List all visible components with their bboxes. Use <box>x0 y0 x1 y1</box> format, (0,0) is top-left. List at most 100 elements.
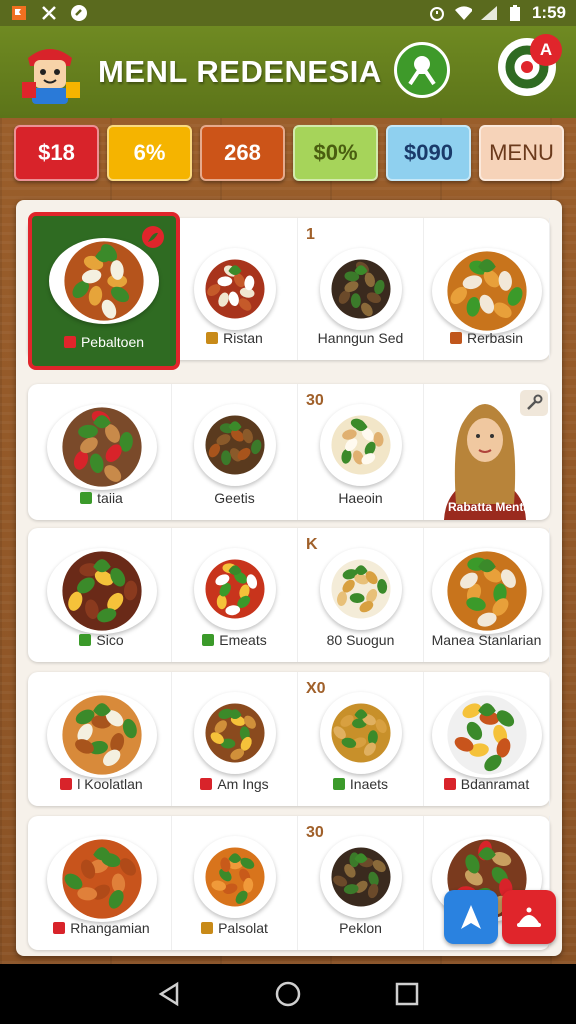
dish-tag-icon <box>443 778 456 790</box>
dish-plate <box>319 692 402 774</box>
row-corner-label: X0 <box>306 680 326 697</box>
signal-icon <box>480 4 498 22</box>
row-corner-label: 30 <box>306 392 324 409</box>
dish-label: l Koolatlan <box>32 776 171 792</box>
selected-item-highlight[interactable]: Pebaltoen <box>28 212 180 370</box>
filter-chip-3[interactable]: $0% <box>293 125 378 181</box>
food-image <box>446 251 527 331</box>
dish-plate <box>319 404 402 486</box>
menu-item[interactable]: Bdanramat <box>424 672 550 806</box>
menu-item[interactable]: l Koolatlan <box>32 672 172 806</box>
menu-row-1: taiia Geetis Haeoin 30 Rabatta Menta <box>28 384 550 520</box>
food-image <box>61 839 142 919</box>
filter-chip-2[interactable]: 268 <box>200 125 285 181</box>
navigate-button[interactable] <box>444 890 498 944</box>
food-image <box>61 407 142 487</box>
filter-chip-4[interactable]: $090 <box>386 125 471 181</box>
dish-label: Pebaltoen <box>32 334 176 350</box>
menu-item[interactable]: Manea Stanlarian <box>424 528 550 662</box>
dish-tag-icon <box>332 778 345 790</box>
menu-item[interactable]: Sico <box>32 528 172 662</box>
menu-item[interactable]: taiia <box>32 384 172 520</box>
food-image <box>330 847 391 907</box>
dish-label: Inaets <box>298 776 423 792</box>
menu-item[interactable]: Rhangamian <box>32 816 172 950</box>
dish-label: Sico <box>32 632 171 648</box>
tools-icon <box>40 4 58 22</box>
dish-name: Inaets <box>349 776 389 792</box>
order-icon <box>517 907 541 927</box>
home-icon[interactable] <box>274 980 302 1008</box>
dish-plate <box>46 404 157 490</box>
favorite-badge[interactable] <box>142 226 164 248</box>
menu-row-2: Sico Emeats 80 Suogun Manea Stanlarian K <box>28 528 550 662</box>
system-nav-bar <box>0 964 576 1024</box>
row-corner-label: K <box>306 536 318 553</box>
status-bar: 1:59 <box>0 0 576 26</box>
dish-plate <box>193 548 276 630</box>
filter-chip-1[interactable]: 6% <box>107 125 192 181</box>
food-image <box>61 695 142 775</box>
food-image <box>204 259 265 319</box>
dish-name: Sico <box>96 632 124 648</box>
status-time: 1:59 <box>531 3 566 22</box>
dish-tag-icon <box>200 778 213 790</box>
cart-badge: A <box>530 34 562 66</box>
dish-name: Pebaltoen <box>80 334 145 350</box>
row-corner-label: 1 <box>306 226 315 243</box>
menu-row-0: Pebaltoen Ristan Hanngun Sed Rerbasin 1 <box>28 212 550 370</box>
app-title: MENL REDENESIA <box>98 54 382 89</box>
food-image <box>204 847 265 907</box>
mascot-logo-icon <box>22 49 80 104</box>
dish-name: Ristan <box>223 330 263 346</box>
chili-icon <box>148 232 158 242</box>
dish-label: Emeats <box>172 632 297 648</box>
dish-label: taiia <box>32 490 171 506</box>
menu-item[interactable]: Am Ings <box>172 672 298 806</box>
cart-button[interactable]: A <box>498 34 562 96</box>
dish-tag-icon <box>206 332 219 344</box>
order-button[interactable] <box>502 890 556 944</box>
food-image <box>64 241 144 321</box>
dish-name: taiia <box>97 490 123 506</box>
food-image <box>446 695 527 775</box>
dish-plate <box>319 836 402 918</box>
settings-button[interactable] <box>520 390 548 416</box>
menu-item[interactable]: Palsolat <box>172 816 298 950</box>
dish-name: Peklon <box>339 920 382 936</box>
app-icon <box>70 4 88 22</box>
menu-item[interactable]: Ristan <box>172 218 298 360</box>
dish-label: 80 Suogun <box>298 632 423 648</box>
back-icon[interactable] <box>155 980 183 1008</box>
food-image <box>330 415 391 475</box>
navigate-icon <box>461 905 481 929</box>
dish-name: Haeoin <box>338 490 383 506</box>
dish-label: Manea Stanlarian <box>424 632 549 648</box>
menu-item[interactable]: Rerbasin <box>424 218 550 360</box>
dish-plate <box>193 836 276 918</box>
dish-label: Haeoin <box>298 490 423 506</box>
menu-item[interactable]: Hanngun Sed <box>298 218 424 360</box>
dish-plate <box>319 548 402 630</box>
menu-item[interactable]: Emeats <box>172 528 298 662</box>
row-corner-label: 30 <box>306 824 324 841</box>
dish-name: Rerbasin <box>466 330 524 346</box>
dish-name: l Koolatlan <box>77 776 143 792</box>
menu-item[interactable]: Geetis <box>172 384 298 520</box>
filter-chip-5[interactable]: MENU <box>479 125 564 181</box>
filter-chip-0[interactable]: $18 <box>14 125 99 181</box>
dish-label: Geetis <box>172 490 297 506</box>
dish-label: Ristan <box>172 330 297 346</box>
dish-label: Am Ings <box>172 776 297 792</box>
recents-icon[interactable] <box>393 980 421 1008</box>
menu-item[interactable]: Pebaltoen <box>28 212 180 370</box>
dish-tag-icon <box>63 336 76 348</box>
food-image <box>330 259 391 319</box>
profile-button[interactable] <box>394 42 450 98</box>
food-image <box>61 551 142 631</box>
dish-plate <box>46 692 157 778</box>
dish-tag-icon <box>79 634 92 646</box>
menu-row-3: l Koolatlan Am Ings Inaets Bdanramat X0 <box>28 672 550 806</box>
dish-name: 80 Suogun <box>326 632 395 648</box>
dish-name: Hanngun Sed <box>317 330 404 346</box>
